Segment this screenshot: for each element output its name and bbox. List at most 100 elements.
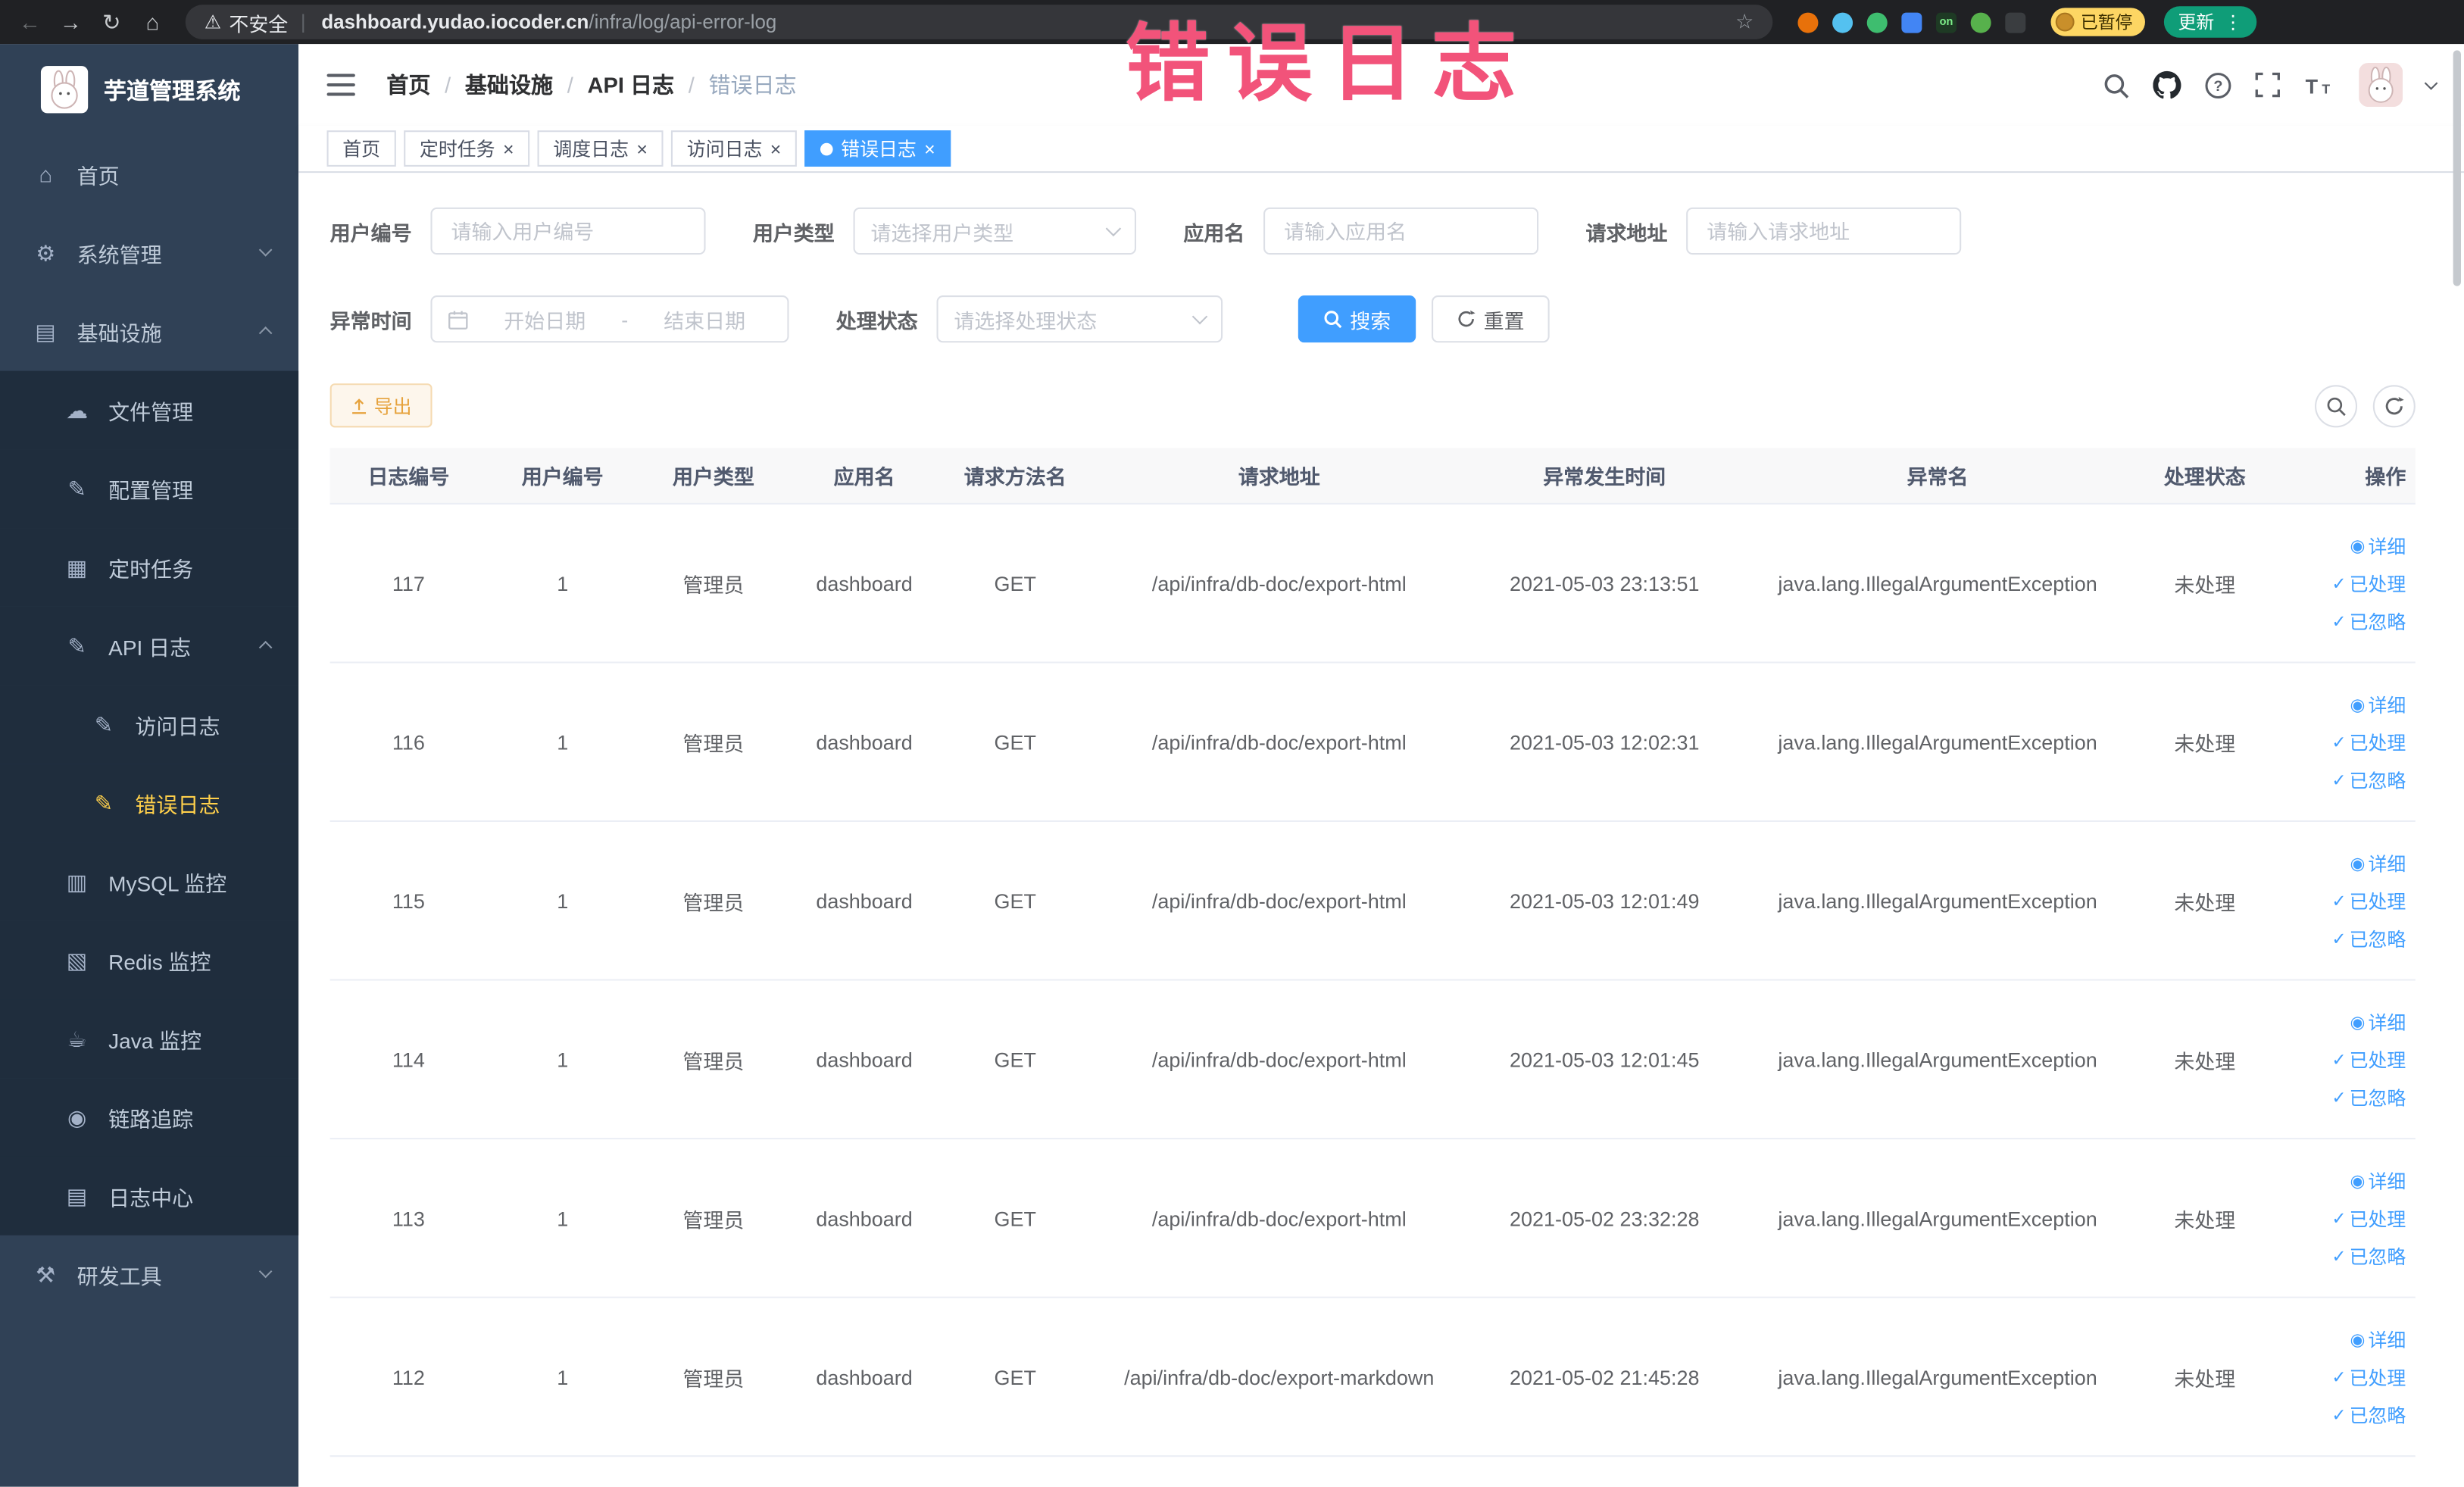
github-icon[interactable] [2153,70,2181,99]
action-detail[interactable]: ◉ 详细 [2350,532,2406,558]
action-detail[interactable]: ◉ 详细 [2350,1008,2406,1035]
puzzle-extension-icon[interactable] [2005,11,2026,33]
search-icon[interactable] [2103,71,2129,98]
cell-userType: 管理员 [682,731,745,755]
user-type-select[interactable]: 请选择用户类型 [853,207,1137,255]
action-processed[interactable]: ✓ 已处理 [2331,887,2406,914]
kebab-menu-icon[interactable]: ⋮ [2224,11,2243,33]
collapse-sidebar-icon[interactable] [326,73,355,96]
refresh-table-button[interactable] [2372,384,2416,427]
search-button[interactable]: 搜索 [1298,295,1416,343]
action-detail[interactable]: ◉ 详细 [2350,691,2406,717]
action-processed[interactable]: ✓ 已处理 [2331,729,2406,755]
tab-home[interactable]: 首页 [326,130,396,167]
bookmark-star-icon[interactable]: ☆ [1735,9,1754,34]
tab-job[interactable]: 定时任务 × [404,130,530,167]
action-detail[interactable]: ◉ 详细 [2350,1326,2406,1352]
sidebar-item-config[interactable]: ✎ 配置管理 [0,449,299,529]
sidebar-item-java[interactable]: ☕ Java 监控 [0,999,299,1079]
sidebar-item-file[interactable]: ☁ 文件管理 [0,370,299,450]
action-detail[interactable]: ◉ 详细 [2350,1167,2406,1193]
export-button[interactable]: 导出 [329,383,433,428]
sidebar-item-label: 文件管理 [108,401,194,425]
sidebar-item-home[interactable]: ⌂ 首页 [0,135,298,214]
tab-label: 定时任务 [419,138,495,161]
avatar[interactable] [2359,62,2403,108]
app-logo[interactable]: 芋道管理系统 [0,44,298,135]
action-processed[interactable]: ✓ 已处理 [2331,570,2406,596]
action-ignored[interactable]: ✓ 已忽略 [2331,1401,2406,1428]
sidebar-item-error-log[interactable]: ✎ 错误日志 [0,764,299,843]
close-icon[interactable]: × [924,139,935,158]
breadcrumb-item[interactable]: 首页 [386,69,430,100]
update-label: 更新 [2178,14,2215,33]
cell-actions: ◉ 详细 ✓ 已处理 ✓ 已忽略 [2275,532,2416,634]
date-range-picker[interactable]: 开始日期 - 结束日期 [430,295,789,343]
on-badge-extension-icon[interactable]: on [1936,11,1957,33]
security-label[interactable]: 不安全 [229,7,288,36]
sidebar-item-access-log[interactable]: ✎ 访问日志 [0,685,299,764]
scrollbar-thumb[interactable] [2453,50,2461,286]
breadcrumb-item[interactable]: 基础设施 [465,69,553,100]
paused-badge[interactable]: 已暂停 [2050,8,2145,36]
sidebar-item-redis[interactable]: ▧ Redis 监控 [0,920,299,1000]
sidebar-item-infra[interactable]: ▤ 基础设施 [0,292,298,371]
sidebar-item-mysql[interactable]: ▥ MySQL 监控 [0,842,299,921]
action-label: 已忽略 [2349,928,2406,951]
user-id-input[interactable] [430,207,706,255]
close-icon[interactable]: × [770,139,782,158]
close-icon[interactable]: × [503,139,514,158]
action-ignored[interactable]: ✓ 已忽略 [2331,925,2406,951]
toggle-search-button[interactable] [2315,384,2358,427]
address-bar[interactable]: ⚠ 不安全 | dashboard.yudao.iocoder.cn /infr… [185,5,1773,39]
cell-userId: 1 [557,1047,569,1071]
app-name-input[interactable] [1263,207,1539,255]
sidebar-item-log-center[interactable]: ▤ 日志中心 [0,1156,299,1236]
sidebar-item-api-log[interactable]: ✎ API 日志 [0,606,299,686]
home-icon[interactable]: ⌂ [132,9,173,34]
update-button[interactable]: 更新 ⋮ [2163,6,2257,38]
drop-extension-icon[interactable] [1832,11,1853,33]
fullscreen-icon[interactable] [2255,72,2280,98]
action-ignored[interactable]: ✓ 已忽略 [2331,1084,2406,1111]
tab-job-log[interactable]: 调度日志 × [537,130,664,167]
action-processed[interactable]: ✓ 已处理 [2331,1364,2406,1390]
refresh-icon [1458,310,1476,327]
process-status-select[interactable]: 请选择处理状态 [936,295,1223,343]
tab-access-log[interactable]: 访问日志 × [671,130,798,167]
leaf-extension-icon[interactable] [1970,11,1991,33]
url-path: /infra/log/api-error-log [589,11,777,33]
sidebar-item-job[interactable]: ▦ 定时任务 [0,528,299,607]
action-ignored[interactable]: ✓ 已忽略 [2331,766,2406,792]
log-center-icon: ▤ [66,1182,88,1208]
reload-icon[interactable]: ↻ [91,8,132,35]
table-settings [2315,384,2416,427]
request-url-input[interactable] [1686,207,1962,255]
cell-actions: ◉ 详细 ✓ 已处理 ✓ 已忽略 [2275,1008,2416,1111]
sidebar-item-trace[interactable]: ◉ 链路追踪 [0,1078,299,1157]
green-extension-icon[interactable] [1866,11,1888,33]
close-icon[interactable]: × [636,139,648,158]
chevron-down-icon[interactable] [2424,76,2438,89]
action-ignored[interactable]: ✓ 已忽略 [2331,608,2406,634]
action-processed[interactable]: ✓ 已处理 [2331,1046,2406,1073]
cell-method: GET [994,1047,1036,1071]
cell-time: 2021-05-03 12:02:31 [1510,729,1700,754]
sidebar-menu: ⌂ 首页 ⚙ 系统管理 ▤ 基础设施 ☁ 文件管理 ✎ 配置管理 ▦ 定时任务 ✎ API 日志 ✎ 访问日志… [0,135,299,1314]
action-processed[interactable]: ✓ 已处理 [2331,1204,2406,1231]
breadcrumb-item[interactable]: API 日志 [587,69,674,100]
action-ignored[interactable]: ✓ 已忽略 [2331,1242,2406,1269]
grid-extension-icon[interactable] [1901,11,1922,33]
reset-button[interactable]: 重置 [1432,295,1550,343]
sidebar-item-system[interactable]: ⚙ 系统管理 [0,214,298,292]
forward-icon[interactable]: → [50,9,91,34]
url-domain: dashboard.yudao.iocoder.cn [321,11,589,33]
font-size-icon[interactable]: TT [2304,73,2335,96]
record-extension-icon[interactable] [1797,11,1819,33]
eye-icon: ◉ [2350,695,2366,714]
back-icon[interactable]: ← [9,9,50,34]
action-detail[interactable]: ◉ 详细 [2350,849,2406,876]
sidebar-item-dev-tools[interactable]: ⚒ 研发工具 [0,1236,298,1314]
tab-error-log[interactable]: 错误日志 × [804,130,951,167]
help-icon[interactable]: ? [2205,71,2231,98]
